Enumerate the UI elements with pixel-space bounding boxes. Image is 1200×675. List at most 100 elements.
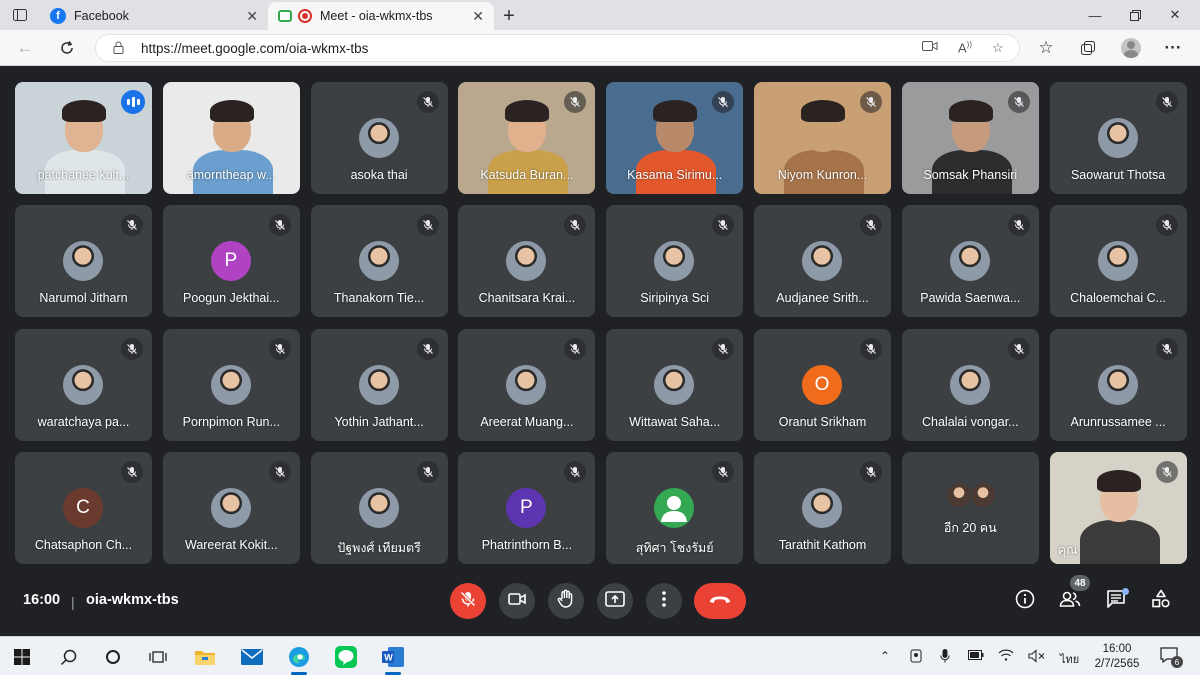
meeting-clock: 16:00 <box>23 592 61 608</box>
self-view-tile[interactable]: คุณ <box>1049 451 1187 564</box>
participant-name: patchanee kult... <box>37 168 130 182</box>
mic-muted-icon <box>416 460 439 483</box>
mail-icon[interactable] <box>240 645 264 669</box>
participant-tile[interactable]: Chalalai vongar... <box>901 328 1039 441</box>
add-favorite-icon[interactable]: ☆ <box>992 40 1004 56</box>
tab-facebook[interactable]: f Facebook ✕ <box>40 2 268 30</box>
mic-muted-icon <box>712 337 735 360</box>
volume-muted-icon[interactable] <box>1028 649 1046 666</box>
close-window-icon[interactable]: ✕ <box>1155 0 1195 30</box>
participant-tile[interactable]: สุทิศา โชงรัมย์ <box>606 451 744 564</box>
collections-icon[interactable] <box>1075 35 1101 61</box>
avatar <box>1097 118 1138 158</box>
tab-actions-icon[interactable] <box>0 0 40 30</box>
avatar <box>506 241 547 282</box>
participant-tile[interactable]: Arunrussamee ... <box>1049 328 1187 441</box>
participant-tile[interactable]: Katsuda Buran... <box>458 82 596 194</box>
task-view-icon[interactable] <box>146 645 170 669</box>
line-app-icon[interactable] <box>334 645 358 669</box>
camera-toggle-button[interactable] <box>499 583 535 619</box>
participant-tile[interactable]: asoka thai <box>310 82 448 194</box>
mic-muted-icon <box>121 214 143 237</box>
battery-icon[interactable] <box>968 649 984 663</box>
more-participants-tile[interactable]: อีก 20 คน <box>901 451 1039 564</box>
participant-tile[interactable]: Wittawat Saha... <box>606 328 744 441</box>
search-icon[interactable] <box>56 645 80 669</box>
participant-tile[interactable]: ปัฐพงศ์ เทียมตรี <box>310 451 448 564</box>
participant-tile[interactable]: patchanee kult... <box>15 82 152 194</box>
word-icon[interactable]: W <box>381 645 405 675</box>
participant-tile[interactable]: Pornpimon Run... <box>162 328 300 441</box>
refresh-icon[interactable] <box>54 35 80 61</box>
people-button[interactable] <box>1057 588 1083 614</box>
taskbar-date: 2/7/2565 <box>1094 658 1140 670</box>
leave-call-button[interactable] <box>694 583 746 619</box>
avatar <box>654 364 695 405</box>
present-screen-button[interactable] <box>597 583 633 619</box>
mic-muted-icon <box>1155 91 1178 113</box>
participant-tile[interactable]: Narumol Jitharn <box>15 205 152 318</box>
participant-tile[interactable]: Siripinya Sci <box>606 205 744 318</box>
recording-icon <box>298 9 312 23</box>
mic-muted-icon <box>860 214 882 237</box>
participant-tile[interactable]: waratchaya pa... <box>15 328 152 441</box>
microphone-tray-icon[interactable] <box>940 649 950 666</box>
back-icon[interactable]: ← <box>12 35 38 61</box>
participant-tile[interactable]: Areerat Muang... <box>458 328 596 441</box>
favorites-icon[interactable]: ☆ <box>1033 35 1059 61</box>
participant-tile[interactable]: Wareerat Kokit... <box>162 451 300 564</box>
participant-name: Saowarut Thotsa <box>1070 168 1166 182</box>
participant-tile[interactable]: Saowarut Thotsa <box>1049 82 1187 194</box>
participant-tile[interactable]: C Chatsaphon Ch... <box>15 451 152 564</box>
avatar <box>949 364 990 405</box>
read-aloud-icon[interactable]: A)) <box>958 40 972 55</box>
participant-tile[interactable]: Audjanee Srith... <box>754 205 891 318</box>
close-tab-icon[interactable]: ✕ <box>472 8 484 25</box>
wifi-icon[interactable] <box>998 649 1014 664</box>
taskbar-clock[interactable]: 16:00 2/7/2565 <box>1092 642 1142 672</box>
participant-tile[interactable]: Pawida Saenwa... <box>901 205 1039 318</box>
participant-tile[interactable]: P Poogun Jekthai... <box>162 205 300 318</box>
minimize-icon[interactable]: — <box>1075 0 1115 30</box>
profile-icon[interactable] <box>1118 35 1144 61</box>
more-options-button[interactable] <box>646 583 682 619</box>
participant-tile[interactable]: Somsak Phansiri <box>901 82 1039 194</box>
participant-tile[interactable]: amorntheap w... <box>162 82 300 194</box>
participant-name: Tarathit Kathom <box>778 537 867 552</box>
participant-tile[interactable]: Chanitsara Krai... <box>458 205 596 318</box>
activities-button[interactable] <box>1148 588 1174 614</box>
input-language[interactable]: ไทย <box>1060 650 1079 668</box>
meeting-details-button[interactable] <box>1012 588 1038 614</box>
participant-name: Areerat Muang... <box>480 414 574 429</box>
mic-muted-icon <box>1155 214 1178 237</box>
participant-tile[interactable]: P Phatrinthorn B... <box>458 451 596 564</box>
edge-browser-icon[interactable] <box>287 645 311 675</box>
windows-start-icon[interactable] <box>10 645 34 669</box>
participant-tile[interactable]: Chaloemchai C... <box>1049 205 1187 318</box>
raise-hand-button[interactable] <box>548 583 584 619</box>
browser-toolbar: ← https://meet.google.com/oia-wkmx-tbs A… <box>0 30 1200 66</box>
close-tab-icon[interactable]: ✕ <box>246 8 258 25</box>
avatar <box>63 364 103 405</box>
new-tab-button[interactable]: + <box>494 2 524 30</box>
participant-tile[interactable]: Kasama Sirimu... <box>606 82 744 194</box>
show-hidden-icons-icon[interactable]: ⌃ <box>880 649 890 663</box>
mic-muted-icon <box>416 337 439 360</box>
cortana-icon[interactable] <box>101 645 125 669</box>
participant-tile[interactable]: Thanakorn Tie... <box>310 205 448 318</box>
participant-tile[interactable]: Yothin Jathant... <box>310 328 448 441</box>
meet-now-icon[interactable] <box>910 649 922 666</box>
participant-tile[interactable]: Niyom Kunron... <box>754 82 891 194</box>
participant-tile[interactable]: O Oranut Srikham <box>754 328 891 441</box>
more-menu-icon[interactable]: ··· <box>1160 35 1186 61</box>
camera-in-use-icon[interactable] <box>922 40 938 55</box>
notification-center-icon[interactable]: 6 <box>1160 647 1183 668</box>
tab-meet[interactable]: Meet - oia-wkmx-tbs ✕ <box>268 2 494 30</box>
lock-icon <box>113 41 124 57</box>
participant-tile[interactable]: Tarathit Kathom <box>754 451 891 564</box>
mic-toggle-button[interactable] <box>450 583 486 619</box>
file-explorer-icon[interactable] <box>193 645 217 669</box>
address-bar[interactable]: https://meet.google.com/oia-wkmx-tbs A))… <box>95 34 1020 62</box>
avatar <box>1097 364 1138 405</box>
maximize-icon[interactable] <box>1115 0 1155 30</box>
